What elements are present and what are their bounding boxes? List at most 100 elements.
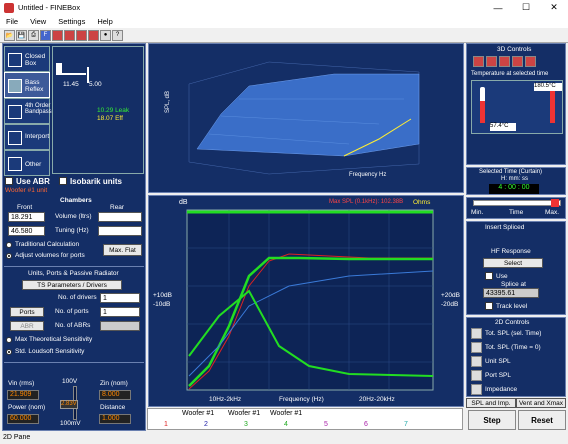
ports-button[interactable]: Ports	[10, 307, 44, 317]
tool-icon-1[interactable]	[52, 29, 63, 41]
tool-icon-2[interactable]	[64, 29, 75, 41]
front-volume-input[interactable]: 18.291	[8, 212, 45, 222]
print-icon[interactable]: ⎙	[28, 29, 39, 41]
close-button[interactable]: ✕	[540, 0, 568, 15]
left-temp-value: 57.4°C	[490, 123, 516, 131]
abr-button[interactable]: ABR	[10, 321, 44, 331]
time-min: Min.	[471, 209, 484, 216]
time-slider-thumb[interactable]	[551, 199, 559, 207]
menu-view[interactable]: View	[24, 17, 52, 26]
time-slider[interactable]	[473, 200, 561, 206]
abr-stepper[interactable]	[100, 321, 140, 331]
tool-icon-4[interactable]	[88, 29, 99, 41]
reset-button[interactable]: Reset	[518, 410, 566, 430]
maximize-button[interactable]: ☐	[512, 0, 540, 15]
ports-stepper[interactable]: 1	[100, 307, 140, 317]
rear-volume-input[interactable]	[98, 212, 142, 222]
tab-number[interactable]: 3	[244, 421, 248, 428]
box-type-closed[interactable]: Closed Box	[4, 46, 50, 72]
toggle-icon[interactable]	[471, 384, 482, 395]
woofer-tab[interactable]: Woofer #1	[182, 410, 214, 417]
box-type-interport[interactable]: Interport	[4, 124, 50, 150]
tab-spl-imp[interactable]: SPL and Imp.	[466, 398, 516, 408]
control-label: Tot. SPL (sel. Time)	[485, 330, 542, 337]
box-type-bass-reflex[interactable]: Bass Reflex	[4, 72, 50, 98]
box-type-bandpass[interactable]: 4th Order Bandpass	[4, 98, 52, 124]
tab-number[interactable]: 6	[364, 421, 368, 428]
splice-input[interactable]: 43395.61	[483, 288, 539, 298]
adjust-radio[interactable]	[6, 252, 12, 259]
view-icon[interactable]	[486, 56, 497, 67]
spl-plot-panel[interactable]: dB Max SPL (0.1kHz): 102.38B Ohms +10dB …	[148, 195, 464, 407]
open-icon[interactable]: 📂	[4, 29, 15, 41]
view-icon[interactable]	[525, 56, 536, 67]
leak-value: 10.29 Leak	[97, 107, 130, 114]
control-item[interactable]: Port SPL	[471, 370, 563, 381]
interport-icon	[8, 131, 22, 145]
front-tuning-input[interactable]: 46.580	[8, 226, 45, 236]
track-level[interactable]: Track level	[485, 302, 527, 310]
driver-shape	[56, 63, 62, 73]
std-loudsoft-radio[interactable]	[6, 348, 12, 355]
volume-label: Volume (ltrs)	[55, 213, 92, 220]
woofer-tab[interactable]: Woofer #1	[270, 410, 302, 417]
use-splice-checkbox[interactable]	[485, 272, 493, 280]
menu-file[interactable]: File	[0, 17, 24, 26]
std-loudsoft-option[interactable]: Std. Loudsoft Sensitivity	[6, 348, 84, 355]
isobarik-checkbox[interactable]	[58, 177, 67, 185]
view-icon[interactable]	[512, 56, 523, 67]
tab-number[interactable]: 1	[164, 421, 168, 428]
view-icon[interactable]	[499, 56, 510, 67]
control-label: Unit SPL	[485, 358, 511, 365]
tab-vent-xmax[interactable]: Vent and Xmax	[516, 398, 566, 408]
adjust-volumes-option[interactable]: Adjust volumes for ports	[6, 252, 85, 259]
save-icon[interactable]: 💾	[16, 29, 27, 41]
scale-left: +10dB -10dB	[153, 292, 172, 308]
use-abr-checkbox[interactable]	[5, 177, 13, 185]
divider	[4, 362, 144, 363]
max-flat-button[interactable]: Max. Flat	[103, 244, 142, 256]
tab-number[interactable]: 4	[284, 421, 288, 428]
menu-help[interactable]: Help	[91, 17, 118, 26]
track-level-checkbox[interactable]	[485, 302, 493, 310]
title-bar: Untitled - FINEBox	[0, 0, 568, 15]
toggle-icon[interactable]	[471, 356, 482, 367]
control-item[interactable]: Unit SPL	[471, 356, 563, 367]
control-item[interactable]: Impedance	[471, 384, 563, 395]
traditional-radio[interactable]	[6, 241, 12, 248]
traditional-calc-option[interactable]: Traditional Calculation	[6, 241, 79, 248]
toggle-icon[interactable]	[471, 328, 482, 339]
control-item[interactable]: Tot. SPL (Time = 0)	[471, 342, 563, 353]
tab-number[interactable]: 2	[204, 421, 208, 428]
box-type-list: Closed Box Bass Reflex 4th Order Bandpas…	[4, 46, 52, 176]
plot-3d-panel[interactable]: SPL, dB Frequency Hz	[148, 43, 464, 193]
toggle-icon[interactable]	[471, 370, 482, 381]
tab-number[interactable]: 5	[324, 421, 328, 428]
rear-tuning-input[interactable]	[98, 226, 142, 236]
view-icon[interactable]	[473, 56, 484, 67]
woofer-tab[interactable]: Woofer #1	[228, 410, 260, 417]
step-button[interactable]: Step	[468, 410, 516, 430]
drivers-label: No. of drivers	[58, 294, 97, 301]
ts-parameters-button[interactable]: TS Parameters / Drivers	[22, 280, 122, 290]
fns-icon[interactable]: F	[40, 29, 51, 41]
control-item[interactable]: Tot. SPL (sel. Time)	[471, 328, 563, 339]
drivers-select[interactable]: 1	[100, 293, 140, 303]
menu-settings[interactable]: Settings	[52, 17, 91, 26]
tab-number[interactable]: 7	[404, 421, 408, 428]
help-icon[interactable]: ?	[112, 29, 123, 41]
abr-row: Use ABR Isobarik units	[5, 176, 145, 186]
tool-icon-3[interactable]	[76, 29, 87, 41]
max-theoretical-radio[interactable]	[6, 336, 12, 343]
hf-select-button[interactable]: Select	[483, 258, 543, 268]
app-icon	[4, 2, 14, 13]
color-icon[interactable]: ●	[100, 29, 111, 41]
use-splice[interactable]: Use	[485, 272, 508, 280]
box-type-other[interactable]: Other	[4, 150, 50, 176]
max-theoretical-option[interactable]: Max Theoretical Sensitivity	[6, 336, 92, 343]
band1-label: 10Hz-2kHz	[209, 396, 242, 403]
control-label: Tot. SPL (Time = 0)	[485, 344, 541, 351]
toggle-icon[interactable]	[471, 342, 482, 353]
other-box-icon	[8, 157, 22, 171]
minimize-button[interactable]: —	[484, 0, 512, 15]
